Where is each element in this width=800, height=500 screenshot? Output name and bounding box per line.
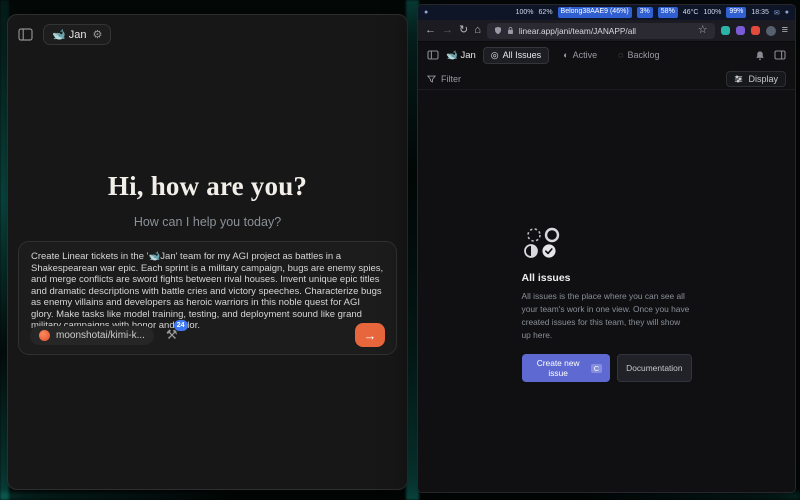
volume-badge: 99% bbox=[726, 7, 746, 17]
temperature-readout: 46°C bbox=[683, 9, 699, 16]
linear-content: All issues All issues is the place where… bbox=[418, 90, 795, 492]
empty-state-description: All issues is the place where you can se… bbox=[522, 290, 692, 342]
chat-composer[interactable]: Create Linear tickets in the '🐋Jan' team… bbox=[18, 241, 397, 355]
backlog-icon: ◌ bbox=[618, 50, 623, 60]
documentation-label: Documentation bbox=[626, 363, 682, 373]
display-sliders-icon bbox=[734, 75, 743, 83]
jan-topbar: 🐋 Jan ⚙ bbox=[8, 15, 407, 54]
profile-avatar[interactable] bbox=[766, 26, 776, 36]
extension-icon-red[interactable] bbox=[751, 26, 760, 35]
active-icon: ◐ bbox=[563, 50, 568, 60]
memory-usage-badge: 58% bbox=[658, 7, 678, 17]
extension-icon-purple[interactable] bbox=[736, 26, 745, 35]
gear-icon[interactable]: ⚙ bbox=[93, 28, 103, 41]
create-new-issue-label: Create new issue bbox=[530, 358, 587, 378]
bookmark-star-icon[interactable]: ☆ bbox=[698, 25, 708, 36]
issue-status-illustration bbox=[522, 226, 568, 260]
linear-app: 🐋 Jan ◎ All Issues ◐ Active ◌ Backlog bbox=[418, 42, 795, 492]
linear-header-actions bbox=[755, 50, 786, 61]
greeting-title: Hi, how are you? bbox=[8, 171, 407, 202]
tools-count-badge: 24 bbox=[174, 320, 188, 331]
browser-toolbar: ← → ↻ ⌂ linear.app/jani/team/JANAPP/all bbox=[418, 20, 795, 42]
filter-funnel-icon bbox=[427, 75, 436, 83]
brightness-readout: 100% bbox=[703, 9, 721, 16]
tab-active-label: Active bbox=[573, 50, 598, 60]
tray-dot-icon[interactable]: ● bbox=[785, 9, 789, 16]
create-new-issue-button[interactable]: Create new issue C bbox=[522, 354, 611, 382]
model-selector[interactable]: moonshotai/kimi-k... bbox=[30, 326, 154, 345]
filter-button[interactable]: Filter bbox=[427, 74, 461, 84]
tab-all-issues-label: All Issues bbox=[503, 50, 542, 60]
sidebar-toggle-icon[interactable] bbox=[18, 28, 33, 41]
filter-bar: Filter Display bbox=[418, 68, 795, 90]
back-button[interactable]: ← bbox=[425, 25, 436, 36]
linear-header: 🐋 Jan ◎ All Issues ◐ Active ◌ Backlog bbox=[418, 42, 795, 68]
wifi-network-badge[interactable]: Belong38AAE9 (46%) bbox=[558, 7, 632, 17]
shield-icon[interactable] bbox=[494, 26, 502, 35]
linear-sidebar-toggle-icon[interactable] bbox=[427, 50, 439, 60]
url-text[interactable]: linear.app/jani/team/JANAPP/all bbox=[519, 26, 693, 36]
wallpaper-glow-bottom bbox=[0, 492, 800, 500]
assistant-label: 🐋 Jan bbox=[52, 28, 87, 41]
composer-toolbar: moonshotai/kimi-k... ⚒ 24 → bbox=[30, 323, 385, 347]
tab-active[interactable]: ◐ Active bbox=[556, 48, 604, 62]
shortcut-key-badge: C bbox=[591, 364, 602, 373]
jan-app-window: 🐋 Jan ⚙ Hi, how are you? How can I help … bbox=[7, 14, 408, 490]
cpu-usage-badge: 3% bbox=[637, 7, 653, 17]
url-bar[interactable]: linear.app/jani/team/JANAPP/all ☆ bbox=[487, 23, 715, 39]
clock: 18:35 bbox=[751, 9, 769, 16]
tab-all-issues[interactable]: ◎ All Issues bbox=[483, 47, 549, 64]
chat-input[interactable]: Create Linear tickets in the '🐋Jan' team… bbox=[31, 251, 384, 331]
tab-backlog-label: Backlog bbox=[627, 50, 659, 60]
forward-button[interactable]: → bbox=[442, 25, 453, 36]
display-button[interactable]: Display bbox=[726, 71, 786, 87]
tools-button[interactable]: ⚒ 24 bbox=[166, 327, 178, 343]
greeting-block: Hi, how are you? How can I help you toda… bbox=[8, 171, 407, 229]
greeting-subtitle: How can I help you today? bbox=[8, 215, 407, 229]
battery-percentage: 100% bbox=[516, 9, 534, 16]
reload-button[interactable]: ↻ bbox=[459, 25, 468, 36]
menu-icon[interactable]: ≡ bbox=[782, 25, 788, 36]
send-button[interactable]: → bbox=[355, 323, 385, 347]
notifications-bell-icon[interactable] bbox=[755, 50, 765, 61]
all-issues-icon: ◎ bbox=[491, 50, 499, 61]
browser-window: ● 100% 62% Belong38AAE9 (46%) 3% 58% 46°… bbox=[417, 4, 796, 493]
home-button[interactable]: ⌂ bbox=[474, 25, 481, 36]
extension-icon-teal[interactable] bbox=[721, 26, 730, 35]
secondary-battery-percentage: 62% bbox=[539, 9, 553, 16]
empty-state-actions: Create new issue C Documentation bbox=[522, 354, 692, 382]
right-panel-toggle-icon[interactable] bbox=[774, 50, 786, 60]
send-arrow-icon: → bbox=[364, 328, 377, 343]
empty-state: All issues All issues is the place where… bbox=[522, 226, 692, 382]
system-status-bar: ● 100% 62% Belong38AAE9 (46%) 3% 58% 46°… bbox=[418, 5, 795, 20]
mail-icon[interactable]: ✉ bbox=[774, 9, 780, 17]
documentation-button[interactable]: Documentation bbox=[617, 354, 691, 382]
desktop: 🐋 Jan ⚙ Hi, how are you? How can I help … bbox=[0, 0, 800, 500]
model-name: moonshotai/kimi-k... bbox=[56, 330, 145, 341]
lock-icon bbox=[507, 26, 514, 35]
team-label[interactable]: 🐋 Jan bbox=[446, 50, 476, 61]
assistant-selector[interactable]: 🐋 Jan ⚙ bbox=[43, 24, 111, 45]
empty-state-title: All issues bbox=[522, 272, 692, 284]
tab-backlog[interactable]: ◌ Backlog bbox=[611, 48, 666, 62]
display-label: Display bbox=[748, 74, 778, 84]
status-dot-icon: ● bbox=[424, 9, 428, 16]
model-provider-icon bbox=[39, 330, 50, 341]
filter-label: Filter bbox=[441, 74, 461, 84]
